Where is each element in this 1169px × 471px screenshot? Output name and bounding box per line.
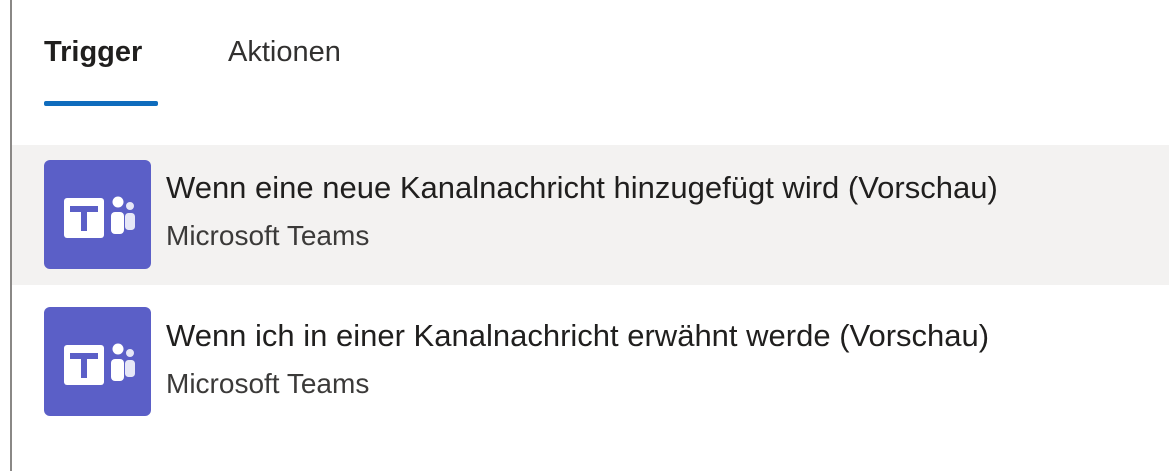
list-item-new-channel-message[interactable]: Wenn eine neue Kanalnachricht hinzugefüg… (12, 145, 1169, 285)
trigger-list: Wenn eine neue Kanalnachricht hinzugefüg… (12, 145, 1169, 447)
tab-trigger[interactable]: Trigger (44, 32, 142, 72)
item-title: Wenn ich in einer Kanalnachricht erwähnt… (166, 318, 990, 353)
item-connector-name: Microsoft Teams (166, 368, 370, 399)
active-tab-indicator (44, 101, 158, 106)
item-title: Wenn eine neue Kanalnachricht hinzugefüg… (166, 170, 998, 205)
item-connector-name: Microsoft Teams (166, 220, 370, 251)
list-item-mentioned-in-channel[interactable]: Wenn ich in einer Kanalnachricht erwähnt… (12, 307, 1169, 447)
microsoft-teams-icon (44, 160, 151, 269)
tab-actions[interactable]: Aktionen (228, 32, 341, 72)
microsoft-teams-icon (44, 307, 151, 416)
